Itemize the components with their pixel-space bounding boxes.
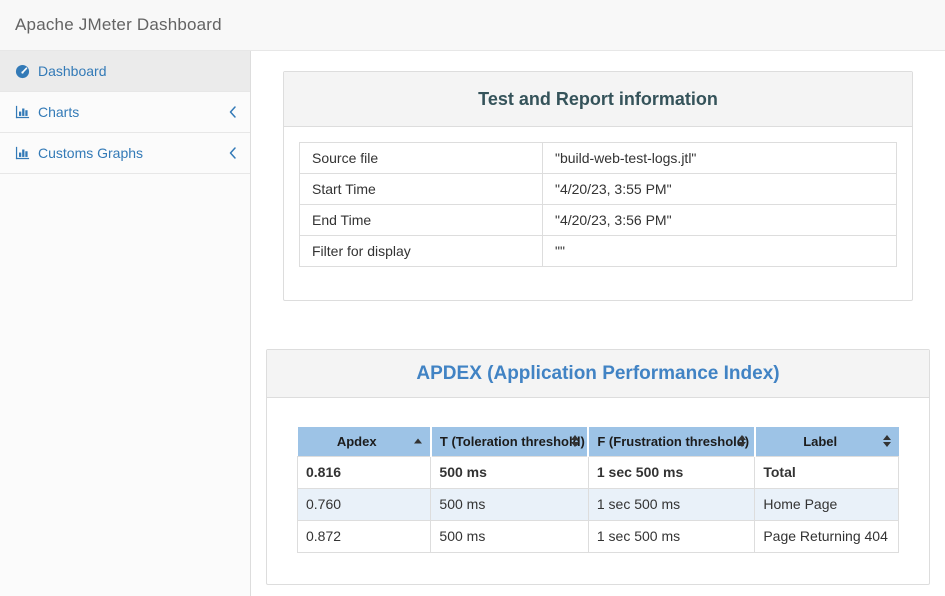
sort-both-icon <box>738 435 746 447</box>
apdex-value: 0.872 <box>298 520 431 552</box>
bar-chart-icon <box>15 146 30 160</box>
apdex-value: 0.816 <box>298 456 431 488</box>
info-value: "build-web-test-logs.jtl" <box>542 143 896 174</box>
sort-both-icon <box>883 435 891 447</box>
column-header-label: Label <box>803 434 837 449</box>
sidebar-item-label: Dashboard <box>38 63 107 79</box>
column-header-label: F (Frustration threshold) <box>597 434 749 449</box>
frustration-value: 1 sec 500 ms <box>588 520 754 552</box>
test-info-panel: Test and Report information Source file … <box>283 71 913 301</box>
table-row: 0.872 500 ms 1 sec 500 ms Page Returning… <box>298 520 899 552</box>
info-value: "" <box>542 236 896 267</box>
sidebar-item-dashboard[interactable]: Dashboard <box>0 51 250 92</box>
info-value: "4/20/23, 3:55 PM" <box>542 174 896 205</box>
sidebar-item-label: Charts <box>38 104 79 120</box>
page-layout: Dashboard Charts <box>0 51 945 596</box>
apdex-panel-body: Apdex T (Toleration threshold) F (Frustr… <box>267 398 929 584</box>
column-header-label: T (Toleration threshold) <box>440 434 585 449</box>
apdex-panel-title: APDEX (Application Performance Index) <box>282 363 914 385</box>
label-value: Total <box>755 456 899 488</box>
apdex-panel-heading: APDEX (Application Performance Index) <box>267 350 929 398</box>
info-label: Start Time <box>300 174 543 205</box>
toleration-value: 500 ms <box>431 488 588 520</box>
table-row: Filter for display "" <box>300 236 897 267</box>
column-header-label: Apdex <box>337 434 377 449</box>
toleration-value: 500 ms <box>431 520 588 552</box>
top-navbar: Apache JMeter Dashboard <box>0 0 945 51</box>
table-row: Start Time "4/20/23, 3:55 PM" <box>300 174 897 205</box>
sidebar: Dashboard Charts <box>0 51 251 596</box>
apdex-value: 0.760 <box>298 488 431 520</box>
gauge-icon <box>15 64 30 79</box>
label-value: Home Page <box>755 488 899 520</box>
chevron-left-icon <box>229 106 237 118</box>
test-info-panel-body: Source file "build-web-test-logs.jtl" St… <box>284 127 912 300</box>
column-header-apdex[interactable]: Apdex <box>298 427 431 456</box>
test-info-panel-heading: Test and Report information <box>284 72 912 127</box>
toleration-value: 500 ms <box>431 456 588 488</box>
table-row-total: 0.816 500 ms 1 sec 500 ms Total <box>298 456 899 488</box>
frustration-value: 1 sec 500 ms <box>588 488 754 520</box>
chevron-left-icon <box>229 147 237 159</box>
apdex-table: Apdex T (Toleration threshold) F (Frustr… <box>297 427 899 553</box>
info-value: "4/20/23, 3:56 PM" <box>542 205 896 236</box>
table-row: 0.760 500 ms 1 sec 500 ms Home Page <box>298 488 899 520</box>
test-info-panel-title: Test and Report information <box>299 89 897 110</box>
table-row: Source file "build-web-test-logs.jtl" <box>300 143 897 174</box>
sidebar-item-charts[interactable]: Charts <box>0 92 250 133</box>
table-row: End Time "4/20/23, 3:56 PM" <box>300 205 897 236</box>
column-header-label-col[interactable]: Label <box>755 427 899 456</box>
sidebar-item-label: Customs Graphs <box>38 145 143 161</box>
frustration-value: 1 sec 500 ms <box>588 456 754 488</box>
column-header-toleration[interactable]: T (Toleration threshold) <box>431 427 588 456</box>
column-header-frustration[interactable]: F (Frustration threshold) <box>588 427 754 456</box>
app-title: Apache JMeter Dashboard <box>15 15 222 35</box>
sort-ascending-icon <box>414 439 422 444</box>
apdex-panel: APDEX (Application Performance Index) Ap… <box>266 349 930 585</box>
sort-both-icon <box>571 435 579 447</box>
test-info-table: Source file "build-web-test-logs.jtl" St… <box>299 142 897 267</box>
main-content: Test and Report information Source file … <box>251 51 945 596</box>
info-label: End Time <box>300 205 543 236</box>
label-value: Page Returning 404 <box>755 520 899 552</box>
sidebar-item-customs-graphs[interactable]: Customs Graphs <box>0 133 250 174</box>
bar-chart-icon <box>15 105 30 119</box>
apdex-header-row: Apdex T (Toleration threshold) F (Frustr… <box>298 427 899 456</box>
info-label: Filter for display <box>300 236 543 267</box>
info-label: Source file <box>300 143 543 174</box>
